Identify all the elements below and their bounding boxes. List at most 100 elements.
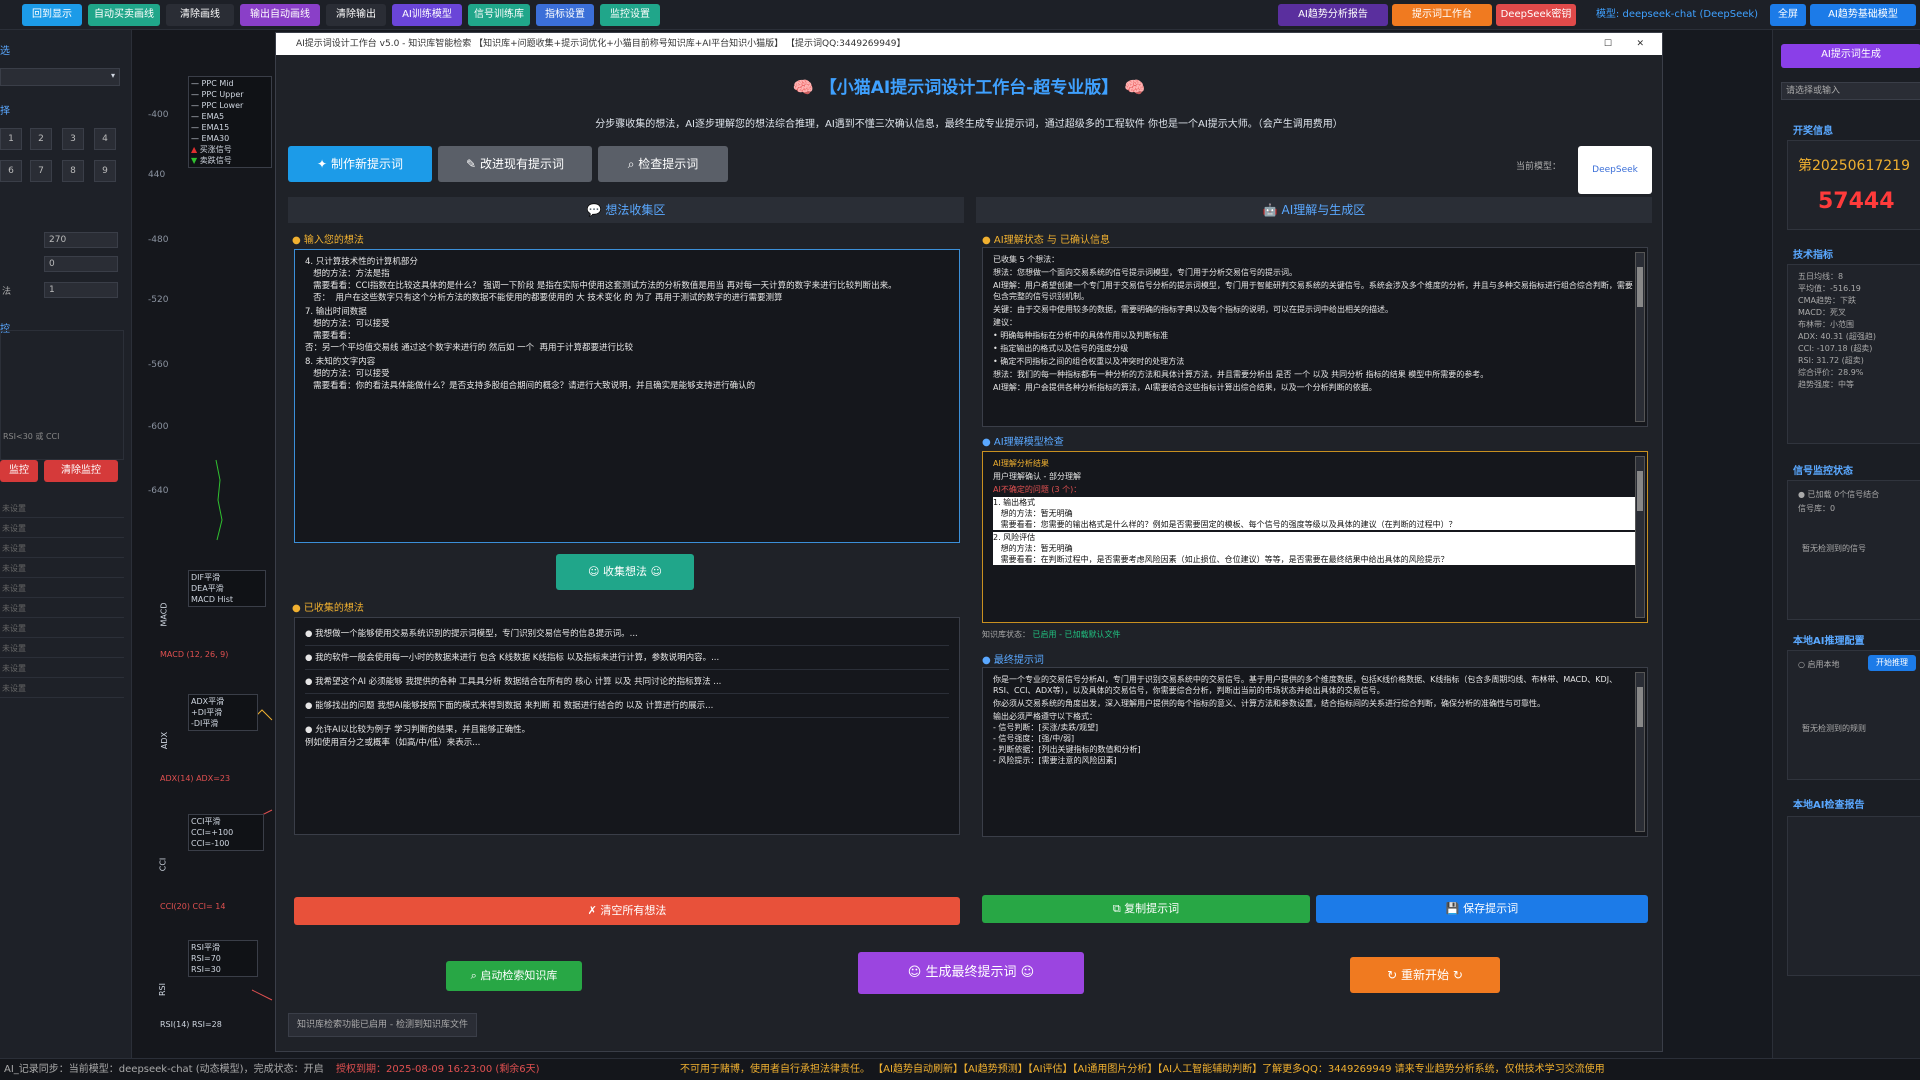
scrollbar[interactable]: [1635, 672, 1645, 832]
toolbar-button-auto-draw[interactable]: 自动买卖画线: [88, 4, 160, 26]
price-chart[interactable]: -400 440 -480 -520 -560 -600 -640 — PPC …: [132, 30, 280, 1058]
collected-item: ● 能够找出的问题 我想AI能够按照下面的模式来得到数据 来判断 和 数据进行结…: [305, 696, 949, 718]
current-model[interactable]: DeepSeek: [1578, 146, 1652, 194]
brain-icon: 🧠: [792, 78, 814, 98]
number-button[interactable]: 1: [0, 128, 22, 150]
toolbar-button-monitor[interactable]: 监控设置: [600, 4, 660, 26]
lottery-box: 第20250617219 57444: [1787, 140, 1920, 230]
save-prompt-button[interactable]: 💾 保存提示词: [1316, 895, 1648, 923]
toolbar-button-ai-trend[interactable]: AI趋势分析报告: [1278, 4, 1388, 26]
marquee-text: 不可用于赌博，使用者自行承担法律责任。 【AI趋势自动刷新】【AI趋势预测】【A…: [680, 1064, 1605, 1075]
kb-status-label: 知识库状态： 已启用 - 已加载默认文件: [982, 630, 1121, 639]
param-input[interactable]: 1: [44, 282, 118, 298]
status-line: 想法：我们的每一种指标都有一种分析的方法和具体计算方法，并且需要分析出 是否 一…: [993, 370, 1489, 379]
number-button[interactable]: 8: [62, 160, 84, 182]
maximize-icon[interactable]: ☐: [1604, 33, 1612, 55]
idea-input-textarea[interactable]: 4. 只计算技术性的计算机部分 想的方法：方法是指 需要看看：CCI指数在比较这…: [294, 249, 960, 543]
final-prompt-text: 输出必须严格遵守以下格式： - 信号判断：[买涨/卖跌/观望] - 信号强度：[…: [993, 712, 1141, 765]
local-ai-toggle[interactable]: ○ 启用本地: [1798, 659, 1840, 670]
list-item: 未设置: [0, 620, 124, 638]
close-icon[interactable]: ✕: [1636, 33, 1644, 55]
signal-status: ● 已加载 0个信号结合: [1798, 490, 1880, 499]
collected-ideas-list: ● 我想做一个能够使用交易系统识别的提示词模型，专门识别交易信号的信息提示词。.…: [294, 617, 960, 835]
rsi-legend: RSI平滑 RSI=70 RSI=30: [188, 940, 258, 977]
legend-item: DEA平滑: [191, 584, 224, 593]
adx-legend: ADX平滑 +DI平滑 -DI平滑: [188, 694, 258, 731]
number-button[interactable]: 4: [94, 128, 116, 150]
ai-generate-button[interactable]: AI提示词生成: [1781, 44, 1920, 68]
clear-monitor-button[interactable]: 清除监控: [44, 460, 118, 482]
start-kb-search-button[interactable]: ⌕ 启动检索知识库: [446, 961, 582, 991]
ai-parse-box: AI理解分析结果 用户理解确认 - 部分理解 AI不确定的问题 (3 个)： 1…: [982, 451, 1648, 623]
monitor-button[interactable]: 监控: [0, 460, 38, 482]
parse-question: AI不确定的问题 (3 个)：: [993, 485, 1082, 494]
number-button[interactable]: 9: [94, 160, 116, 182]
generate-final-prompt-button[interactable]: ☺ 生成最终提示词 ☺: [858, 952, 1084, 994]
toolbar-button-ai-train[interactable]: AI训练模型: [392, 4, 462, 26]
tech-line: 平均值：-516.19: [1798, 284, 1861, 293]
toolbar-button-signal-lib[interactable]: 信号训练库: [468, 4, 530, 26]
restart-button[interactable]: ↻ 重新开始 ↻: [1350, 957, 1500, 993]
tech-line: RSI: 31.72 (超卖): [1798, 356, 1864, 365]
scrollbar[interactable]: [1635, 252, 1645, 422]
status-line: 关键：由于交易中使用较多的数据，需要明确的指标字典以及每个指标的说明，可以在提示…: [993, 305, 1393, 314]
toolbar-button-fullscreen[interactable]: 全屏: [1770, 4, 1806, 26]
param-label: 法: [2, 287, 12, 297]
parse-item: 2. 风险评估 想的方法：暂无明确 需要看看：在判断过程中，是否需要考虑风险因素…: [993, 532, 1637, 565]
number-button[interactable]: 2: [30, 128, 52, 150]
param-input[interactable]: 270: [44, 232, 118, 248]
status-line: AI理解：用户会提供各种分析指标的算法，AI需要结合这些指标计算出综合结果，以及…: [993, 383, 1377, 392]
local-report-box: [1787, 816, 1920, 976]
input-section-title: ● 输入您的想法: [292, 235, 364, 246]
toolbar-button-show[interactable]: 回到显示: [22, 4, 82, 26]
toolbar-button-output-draw[interactable]: 输出自动画线: [240, 4, 320, 26]
mode-improve-button[interactable]: ✎ 改进现有提示词: [438, 146, 592, 182]
idea-text: 7. 输出时间数据 想的方法：可以接受 需要看看： 否：另一个平均值交易线 通过…: [305, 307, 634, 353]
page-heading: 🧠 【小猫AI提示词设计工作台-超专业版】 🧠: [792, 78, 1146, 98]
toolbar-button-indicator[interactable]: 指标设置: [536, 4, 594, 26]
broom-icon: ✗: [587, 904, 597, 917]
toolbar-button-base-model[interactable]: AI趋势基础模型: [1810, 4, 1916, 26]
number-button[interactable]: 3: [62, 128, 84, 150]
final-prompt-box[interactable]: 你是一个专业的交易信号分析AI，专门用于识别交易系统中的交易信号。基于用户提供的…: [982, 667, 1648, 837]
legend-item: RSI=30: [191, 965, 221, 974]
collected-item: ● 允许AI以比较为例子 学习判断的结果，并且能够正确性。 例如使用百分之或概率…: [305, 725, 531, 748]
copy-prompt-button[interactable]: ⧉ 复制提示词: [982, 895, 1310, 923]
number-button[interactable]: 7: [30, 160, 52, 182]
toolbar-button-deepseek-key[interactable]: DeepSeek密钥: [1496, 4, 1576, 26]
mode-create-button[interactable]: ✦ 制作新提示词: [288, 146, 432, 182]
list-item: 未设置: [0, 520, 124, 538]
list-item: 未设置: [0, 680, 124, 698]
search-field[interactable]: 请选择或输入: [1781, 82, 1920, 100]
copy-icon: ⧉: [1112, 902, 1121, 915]
toolbar-button-clear-output[interactable]: 清除输出: [326, 4, 386, 26]
left-panel-select[interactable]: ▾: [0, 68, 120, 86]
scrollbar[interactable]: [1635, 456, 1645, 618]
tech-line: 综合评价：28.9%: [1798, 368, 1864, 377]
tech-line: 布林带：小范围: [1798, 320, 1854, 329]
cci-legend: CCI平滑 CCI=+100 CCI=-100: [188, 814, 264, 851]
list-item: 未设置: [0, 540, 124, 558]
list-item: 未设置: [0, 560, 124, 578]
status-line: • 确定不同指标之间的组合权重以及冲突时的处理方法: [993, 357, 1185, 366]
mode-check-button[interactable]: ⌕ 检查提示词: [598, 146, 728, 182]
toolbar-button-prompt-studio[interactable]: 提示词工作台: [1392, 4, 1492, 26]
local-ai-box: ○ 启用本地 开始推理 暂无检测到的规则: [1787, 650, 1920, 780]
clear-ideas-button[interactable]: ✗ 清空所有想法: [294, 897, 960, 925]
signal-title: 信号监控状态: [1793, 466, 1853, 477]
idea-text: 4. 只计算技术性的计算机部分 想的方法：方法是指 需要看看：CCI指数在比较这…: [305, 257, 897, 303]
page-subtitle: 分步骤收集的想法，AI逐步理解您的想法综合推理，AI遇到不懂三次确认信息，最终生…: [595, 119, 1343, 130]
idea-collection-header: 💬 想法收集区: [288, 197, 964, 223]
toolbar-button-clear-lines[interactable]: 清除画线: [166, 4, 234, 26]
brain-icon: 🧠: [1124, 78, 1146, 98]
start-infer-button[interactable]: 开始推理: [1868, 655, 1916, 671]
collect-idea-button[interactable]: ☺ 收集想法 ☺: [556, 554, 694, 590]
macd-label: MACD (12, 26, 9): [160, 650, 229, 659]
smile-icon: ☺: [907, 965, 922, 980]
cci-label: CCI(20) CCI= 14: [160, 902, 226, 911]
param-input[interactable]: 0: [44, 256, 118, 272]
number-button[interactable]: 6: [0, 160, 22, 182]
collected-section-title: ● 已收集的想法: [292, 603, 364, 614]
window-titlebar: AI提示词设计工作台 v5.0 - 知识库智能检索 【知识库+问题收集+提示词优…: [276, 33, 1662, 55]
license-warning: 授权到期：2025-08-09 16:23:00 (剩余6天): [336, 1064, 540, 1075]
